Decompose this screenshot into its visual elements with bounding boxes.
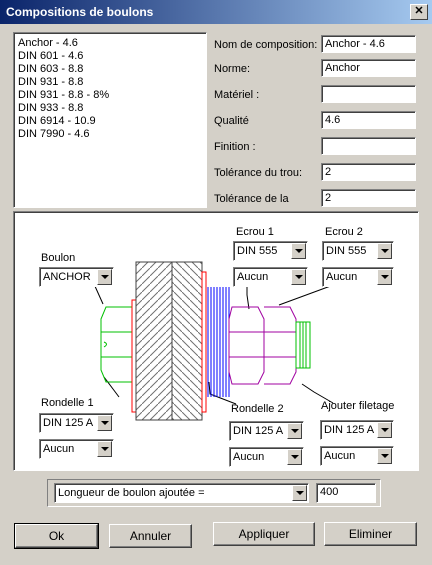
rondelle-1-sub-select[interactable]: Aucun [39, 439, 114, 459]
chevron-down-icon[interactable] [97, 441, 112, 457]
boulon-select-value: ANCHOR [43, 271, 91, 283]
title-bar: Compositions de boulons ✕ [0, 0, 432, 24]
materiel-field[interactable] [321, 85, 416, 103]
washer-1-shape [131, 299, 137, 413]
filetage-select[interactable]: DIN 125 A [320, 420, 394, 440]
ecrou-2-select-value: DIN 555 [326, 245, 367, 257]
ecrou-1-sub-select[interactable]: Aucun [233, 267, 308, 287]
boulon-label: Boulon [41, 252, 76, 264]
rondelle-2-sub-value: Aucun [233, 451, 265, 463]
rondelle-2-select[interactable]: DIN 125 A [229, 421, 304, 441]
ecrou-1-label: Ecrou 1 [236, 226, 274, 238]
ecrou-1-sub-value: Aucun [237, 271, 269, 283]
chevron-down-icon[interactable] [287, 449, 302, 465]
ecrou-2-sub-select[interactable]: Aucun [322, 267, 394, 287]
tolerance-la-label: Tolérance de la [214, 193, 289, 205]
length-value-field[interactable]: 400 [316, 483, 376, 503]
leader-line [103, 376, 120, 398]
chevron-down-icon[interactable] [377, 448, 392, 464]
nom-field[interactable]: Anchor - 4.6 [321, 35, 416, 53]
ecrou-1-select[interactable]: DIN 555 [233, 241, 308, 261]
window-title: Compositions de boulons [6, 5, 154, 19]
chevron-down-icon[interactable] [377, 422, 392, 438]
rondelle-2-label: Rondelle 2 [231, 403, 284, 415]
list-item[interactable]: DIN 7990 - 4.6 [18, 128, 90, 140]
boulon-select[interactable]: ANCHOR [39, 267, 114, 287]
chevron-down-icon[interactable] [291, 243, 306, 259]
ecrou-2-select[interactable]: DIN 555 [322, 241, 394, 261]
plate-1-shape [135, 261, 173, 421]
rondelle-1-label: Rondelle 1 [41, 397, 94, 409]
leader-line [93, 283, 104, 305]
chevron-down-icon[interactable] [292, 485, 307, 501]
list-item[interactable]: Anchor - 4.6 [18, 37, 78, 49]
nut-shape [228, 306, 297, 385]
chevron-down-icon[interactable] [377, 243, 392, 259]
filetage-select-value: DIN 125 A [324, 424, 375, 436]
rondelle-1-select-value: DIN 125 A [43, 417, 94, 429]
ecrou-2-label: Ecrou 2 [325, 226, 363, 238]
tolerance-trou-label: Tolérance du trou: [214, 167, 303, 179]
ecrou-1-select-value: DIN 555 [237, 245, 278, 257]
composition-list[interactable]: Anchor - 4.6 DIN 601 - 4.6 DIN 603 - 8.8… [13, 32, 207, 208]
norme-label: Norme: [214, 63, 251, 75]
ok-button[interactable]: Ok [14, 523, 99, 549]
tolerance-la-field[interactable]: 2 [321, 189, 416, 207]
rondelle-1-sub-value: Aucun [43, 443, 75, 455]
norme-field[interactable]: Anchor [321, 59, 416, 77]
chevron-down-icon[interactable] [291, 269, 306, 285]
filetage-sub-select[interactable]: Aucun [320, 446, 394, 466]
spring-washer-shape [207, 287, 230, 397]
list-item[interactable]: DIN 931 - 8.8 [18, 76, 83, 88]
chevron-down-icon[interactable] [287, 423, 302, 439]
tolerance-trou-field[interactable]: 2 [321, 163, 416, 181]
appliquer-button[interactable]: Appliquer [213, 522, 315, 546]
rondelle-1-select[interactable]: DIN 125 A [39, 413, 114, 433]
materiel-label: Matériel : [214, 89, 260, 101]
chevron-down-icon[interactable] [377, 269, 392, 285]
washer-2-shape [201, 271, 207, 413]
nom-label: Nom de composition: [214, 39, 318, 51]
list-item[interactable]: DIN 6914 - 10.9 [18, 115, 96, 127]
bolt-head-shape [100, 306, 133, 383]
qualite-field[interactable]: 4.6 [321, 111, 416, 129]
filetage-label: Ajouter filetage [321, 400, 395, 412]
thread-shape [295, 321, 311, 369]
rondelle-2-select-value: DIN 125 A [233, 425, 284, 437]
chevron-down-icon[interactable] [97, 269, 112, 285]
ecrou-2-sub-value: Aucun [326, 271, 358, 283]
list-item[interactable]: DIN 601 - 4.6 [18, 50, 83, 62]
list-item[interactable]: DIN 603 - 8.8 [18, 63, 83, 75]
list-item[interactable]: DIN 931 - 8.8 - 8% [18, 89, 109, 101]
close-button[interactable]: ✕ [410, 4, 428, 20]
finition-label: Finition : [214, 141, 256, 153]
rondelle-2-sub-select[interactable]: Aucun [229, 447, 304, 467]
annuler-button[interactable]: Annuler [109, 524, 192, 548]
finition-field[interactable] [321, 137, 416, 155]
length-option-select[interactable]: Longueur de boulon ajoutée = [54, 483, 309, 503]
eliminer-button[interactable]: Eliminer [324, 522, 417, 546]
chevron-down-icon[interactable] [97, 415, 112, 431]
filetage-sub-value: Aucun [324, 450, 356, 462]
qualite-label: Qualité [214, 115, 249, 127]
length-option-value: Longueur de boulon ajoutée = [58, 487, 205, 499]
plate-2-shape [171, 261, 203, 421]
list-item[interactable]: DIN 933 - 8.8 [18, 102, 83, 114]
